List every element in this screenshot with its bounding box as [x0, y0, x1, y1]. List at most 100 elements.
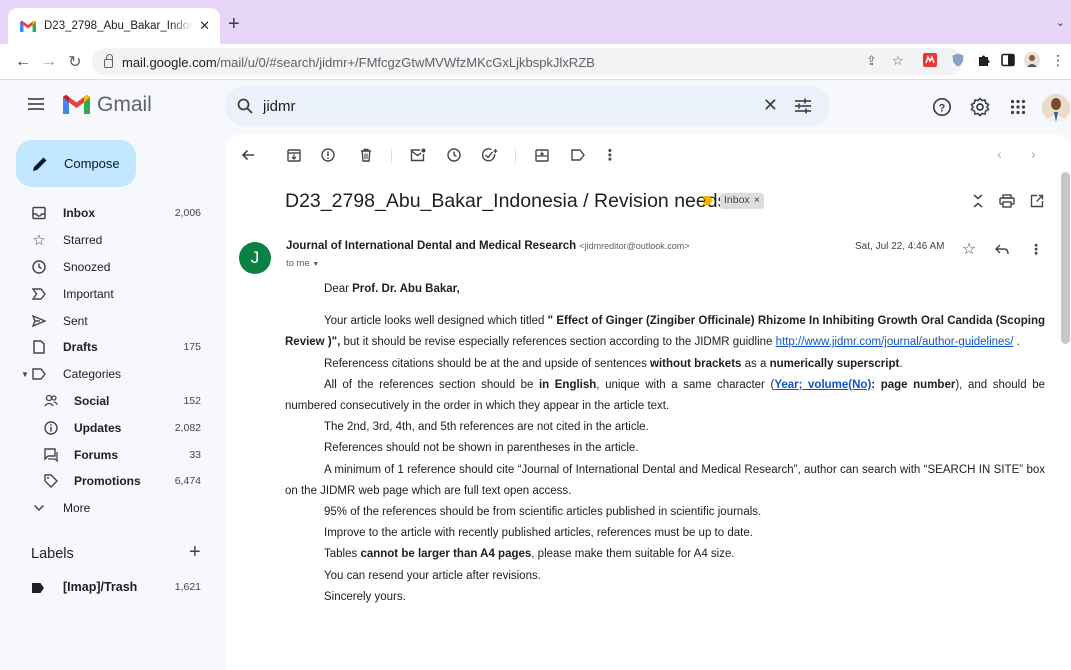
move-to-icon[interactable]	[533, 146, 551, 164]
info-icon	[44, 421, 58, 435]
side-panel-icon[interactable]	[1000, 52, 1016, 68]
gmail-logo-icon[interactable]	[63, 94, 90, 116]
back-arrow-icon[interactable]: ←	[12, 53, 34, 71]
compose-button[interactable]: Compose	[16, 140, 136, 187]
label-count: 1,621	[174, 581, 201, 593]
inbox-label-chip[interactable]: Inbox ×	[720, 193, 764, 209]
message-body: Dear Prof. Dr. Abu Bakar, Your article l…	[285, 279, 1045, 608]
year-volume-link[interactable]: Year; volume(No)	[774, 379, 871, 391]
label-icon	[32, 367, 46, 381]
expand-caret-icon[interactable]: ▼	[21, 370, 29, 379]
paragraph-citations: Referencess citations should be at the a…	[324, 357, 903, 370]
reply-icon[interactable]	[993, 240, 1011, 258]
unread-count: 2,082	[174, 421, 201, 434]
guideline-link[interactable]: http://www.jidmr.com/journal/author-guid…	[776, 336, 1014, 348]
remove-label-icon[interactable]: ×	[754, 194, 760, 206]
sidebar-item-drafts[interactable]: Drafts 175	[0, 334, 215, 361]
snooze-clock-icon[interactable]	[445, 146, 463, 164]
svg-text:?: ?	[939, 102, 946, 114]
sidebar-item-updates[interactable]: Updates 2,082	[0, 414, 215, 441]
archive-icon[interactable]	[285, 146, 303, 164]
label-tag-icon	[32, 583, 44, 593]
extension-red-icon[interactable]	[922, 52, 938, 68]
pencil-icon	[33, 157, 47, 171]
mark-unread-icon[interactable]	[409, 146, 427, 164]
sender-name[interactable]: Journal of International Dental and Medi…	[286, 240, 576, 252]
url-text[interactable]: mail.google.com/mail/u/0/#search/jidmr+/…	[122, 55, 595, 70]
search-icon[interactable]	[237, 98, 253, 114]
send-icon	[32, 314, 46, 328]
sidebar-item-label: Forums	[74, 447, 119, 462]
compose-label: Compose	[64, 156, 120, 171]
closing: Sincerely yours.	[324, 590, 406, 603]
expand-all-icon[interactable]	[969, 192, 987, 210]
message-subject: D23_2798_Abu_Bakar_Indonesia / Revision …	[285, 190, 728, 212]
paragraph-title: Your article looks well designed which t…	[285, 315, 1046, 349]
unread-count: 33	[189, 448, 201, 461]
settings-gear-icon[interactable]	[968, 95, 992, 119]
sender-avatar[interactable]: J	[239, 242, 271, 274]
print-icon[interactable]	[998, 192, 1016, 210]
sender-line: Journal of International Dental and Medi…	[286, 240, 690, 252]
newer-chevron-icon[interactable]: ‹	[997, 146, 1002, 162]
browser-tab-title: D23_2798_Abu_Bakar_Indonesia / Revision …	[44, 20, 194, 32]
paragraph-resend: You can resend your article after revisi…	[324, 569, 541, 582]
help-icon[interactable]: ?	[930, 95, 954, 119]
back-to-list-arrow-icon[interactable]	[239, 146, 257, 164]
add-label-icon[interactable]: +	[189, 541, 201, 564]
sidebar-item-more[interactable]: More	[0, 495, 215, 522]
sidebar-item-starred[interactable]: ☆ Starred	[0, 227, 215, 254]
sidebar-item-label: Sent	[63, 313, 88, 328]
search-options-icon[interactable]	[794, 97, 812, 115]
older-chevron-icon[interactable]: ›	[1031, 146, 1036, 162]
sender-email: <jidmreditor@outlook.com>	[579, 241, 690, 251]
extension-shield-icon[interactable]	[950, 52, 966, 68]
share-icon[interactable]: ⇪	[866, 53, 877, 69]
profile-avatar-small-icon[interactable]	[1024, 52, 1040, 68]
clear-search-icon[interactable]: ✕	[763, 95, 778, 116]
sidebar-item-snoozed[interactable]: Snoozed	[0, 254, 215, 281]
star-icon: ☆	[32, 232, 46, 250]
paragraph-jidmr-cite: A minimum of 1 reference should cite “Jo…	[285, 463, 1045, 497]
forward-arrow-icon[interactable]: →	[38, 53, 60, 71]
labels-heading: Labels	[31, 546, 74, 562]
add-to-tasks-icon[interactable]	[481, 146, 499, 164]
salutation: Dear Prof. Dr. Abu Bakar,	[324, 283, 460, 295]
extensions-puzzle-icon[interactable]	[976, 52, 992, 68]
paragraph-tables: Tables cannot be larger than A4 pages, p…	[324, 548, 735, 561]
new-tab-icon[interactable]: +	[228, 14, 240, 34]
star-message-icon[interactable]: ☆	[960, 240, 978, 258]
sidebar-item-social[interactable]: Social 152	[0, 388, 215, 415]
sidebar-item-sent[interactable]: Sent	[0, 307, 215, 334]
sidebar-item-inbox[interactable]: Inbox 2,006	[0, 200, 215, 227]
search-input[interactable]	[263, 97, 723, 115]
tab-search-chevron-icon[interactable]: ⌄	[1056, 16, 1065, 29]
sidebar-item-categories[interactable]: ▼ Categories	[0, 361, 215, 388]
reload-icon[interactable]: ↻	[64, 52, 86, 72]
open-new-window-icon[interactable]	[1028, 192, 1046, 210]
sidebar-label-imap-trash[interactable]: [Imap]/Trash 1,621	[0, 576, 215, 600]
label-name: [Imap]/Trash	[63, 580, 138, 594]
label-as-icon[interactable]	[569, 146, 587, 164]
sidebar-item-promotions[interactable]: Promotions 6,474	[0, 468, 215, 495]
browser-menu-icon[interactable]: ⋮	[1050, 52, 1066, 68]
browser-tab[interactable]: D23_2798_Abu_Bakar_Indonesia / Revision …	[8, 8, 220, 44]
sidebar-item-label: Important	[63, 286, 114, 301]
recipient-details-toggle[interactable]: to me ▼	[286, 258, 319, 269]
main-menu-icon[interactable]	[28, 98, 44, 110]
scrollbar-thumb[interactable]	[1061, 172, 1070, 344]
delete-trash-icon[interactable]	[357, 146, 375, 164]
address-bar[interactable]: mail.google.com/mail/u/0/#search/jidmr+/…	[92, 48, 962, 76]
more-options-icon[interactable]: ⋮	[601, 146, 619, 164]
people-icon	[44, 394, 58, 408]
paragraph-recent: Improve to the article with recently pub…	[324, 527, 753, 540]
sidebar-item-label: Promotions	[74, 474, 141, 489]
bookmark-star-icon[interactable]: ☆	[892, 53, 904, 69]
report-spam-icon[interactable]	[319, 146, 337, 164]
account-avatar[interactable]	[1042, 94, 1070, 122]
sidebar-item-forums[interactable]: Forums 33	[0, 441, 215, 468]
tab-close-icon[interactable]: ✕	[199, 18, 210, 34]
sidebar-item-important[interactable]: Important	[0, 280, 215, 307]
message-more-icon[interactable]: ⋮	[1027, 240, 1045, 258]
apps-grid-icon[interactable]	[1006, 95, 1030, 119]
